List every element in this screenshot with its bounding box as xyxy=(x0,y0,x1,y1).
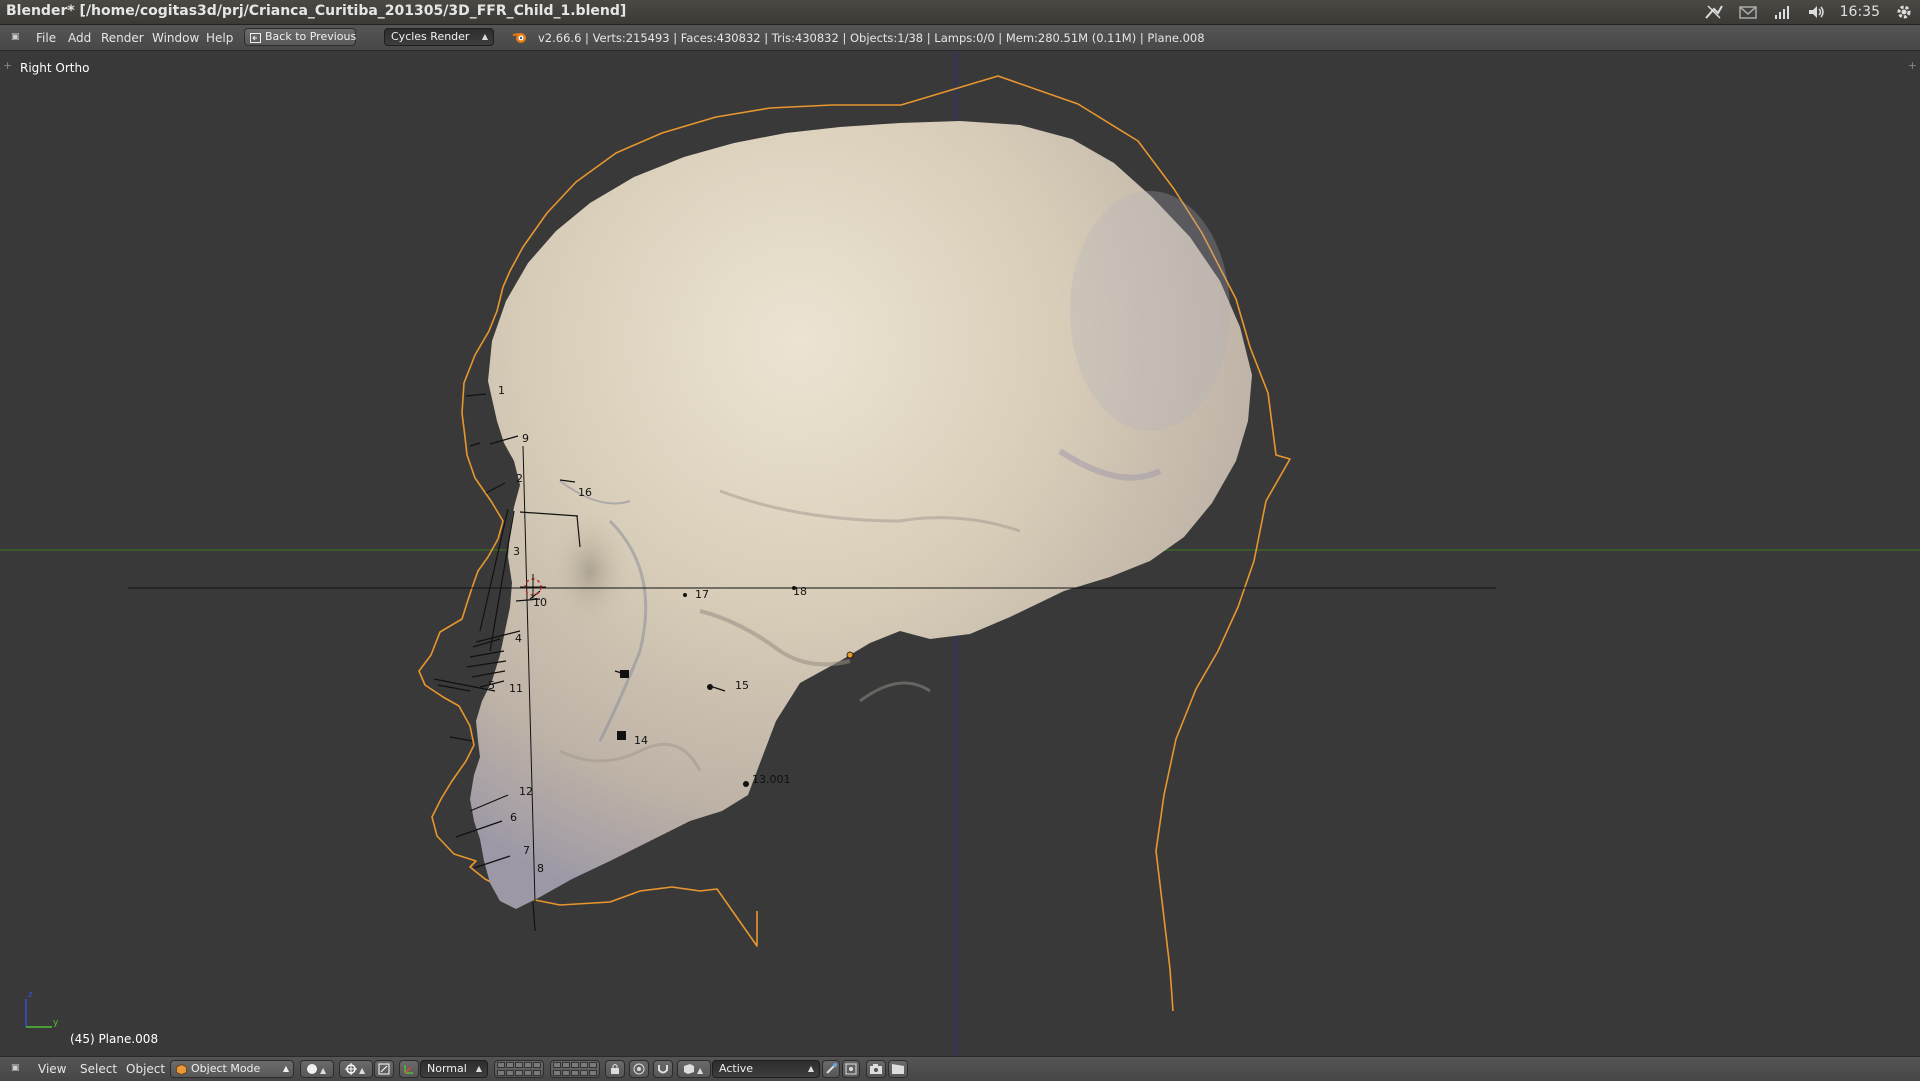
render-engine-dropdown[interactable]: Cycles Render ▲ xyxy=(384,28,494,46)
landmark-label: 15 xyxy=(735,679,749,692)
svg-text:▲: ▲ xyxy=(320,1066,327,1075)
info-header: ▣ File Add Render Window Help Back to Pr… xyxy=(0,25,1920,51)
align-rotation-icon xyxy=(826,1063,837,1074)
menu-select[interactable]: Select xyxy=(80,1062,117,1076)
layer-buttons-group-1[interactable] xyxy=(494,1060,544,1078)
mode-dropdown[interactable]: Object Mode ▲ xyxy=(170,1060,294,1078)
align-rotation-button[interactable] xyxy=(822,1060,840,1078)
transform-axes-icon xyxy=(404,1065,413,1074)
menu-object[interactable]: Object xyxy=(126,1062,165,1076)
snap-target-dropdown[interactable]: Active ▲ xyxy=(712,1060,820,1078)
proportional-edit-icon xyxy=(633,1063,645,1075)
transform-orientation-icon-button[interactable] xyxy=(399,1060,419,1078)
snap-target-label: Active xyxy=(719,1062,754,1075)
editor-type-icon[interactable]: ▣ xyxy=(11,1063,20,1073)
network-icon[interactable] xyxy=(1704,2,1724,22)
signal-icon[interactable] xyxy=(1772,2,1792,22)
object-mode-icon xyxy=(176,1064,187,1080)
landmark-label: 8 xyxy=(537,862,544,875)
screen-back-icon xyxy=(250,32,261,48)
manipulator-icon xyxy=(378,1063,390,1075)
landmark-label: 1 xyxy=(498,384,505,397)
landmark-label: 10 xyxy=(533,596,547,609)
axis-gizmo: z y xyxy=(25,990,59,1028)
back-to-previous-button[interactable]: Back to Previous xyxy=(244,28,356,46)
landmark-label: 2 xyxy=(516,472,523,485)
solid-sphere-icon: ▲ xyxy=(307,1064,327,1075)
clapperboard-icon xyxy=(892,1064,904,1074)
dropdown-arrows-icon: ▲ xyxy=(282,1064,289,1073)
landmark-label: 11 xyxy=(509,682,523,695)
snap-element-icon: ▲ xyxy=(684,1064,704,1075)
menu-add[interactable]: Add xyxy=(68,31,91,45)
viewport-shading-dropdown[interactable]: ▲ xyxy=(300,1060,334,1078)
3d-view-header: ▣ View Select Object Object Mode ▲ ▲ ▲ N… xyxy=(0,1056,1920,1081)
landmark-label: 6 xyxy=(510,811,517,824)
menu-file[interactable]: File xyxy=(36,31,56,45)
landmark-label: 13.001 xyxy=(752,773,791,786)
landmark-label: 18 xyxy=(793,585,807,598)
svg-text:y: y xyxy=(53,1018,59,1028)
active-object-label: (45) Plane.008 xyxy=(70,1032,159,1046)
3d-viewport[interactable]: 1 9 2 16 3 10 17 18 4 5 11 15 14 13.001 … xyxy=(0,51,1920,1056)
editor-type-icon[interactable]: ▣ xyxy=(11,32,23,42)
landmark-label: 5 xyxy=(488,679,495,692)
pivot-icon: ▲ xyxy=(345,1063,366,1075)
opengl-render-image-button[interactable] xyxy=(866,1060,886,1078)
area-split-widget-topleft[interactable]: + xyxy=(3,59,12,72)
back-to-previous-label: Back to Previous xyxy=(265,30,357,43)
landmark-label: 4 xyxy=(515,632,522,645)
project-icon xyxy=(845,1063,857,1075)
dropdown-arrows-icon: ▲ xyxy=(807,1064,814,1073)
pivot-point-dropdown[interactable]: ▲ xyxy=(339,1060,373,1078)
clock[interactable]: 16:35 xyxy=(1840,2,1880,22)
lock-icon xyxy=(611,1064,619,1074)
menu-window[interactable]: Window xyxy=(152,31,199,45)
svg-text:▲: ▲ xyxy=(697,1066,704,1075)
viewport-scene: 1 9 2 16 3 10 17 18 4 5 11 15 14 13.001 … xyxy=(0,51,1920,1056)
manipulator-toggle[interactable] xyxy=(374,1060,394,1078)
render-engine-label: Cycles Render xyxy=(391,30,470,43)
snap-toggle-button[interactable] xyxy=(653,1060,673,1078)
svg-text:▲: ▲ xyxy=(359,1066,366,1075)
camera-icon xyxy=(870,1064,882,1074)
landmark-label: 17 xyxy=(695,588,709,601)
menu-help[interactable]: Help xyxy=(206,31,233,45)
landmark-label: 16 xyxy=(578,486,592,499)
landmark-label: 3 xyxy=(513,545,520,558)
landmark-label: 7 xyxy=(523,844,530,857)
object-origin-point[interactable] xyxy=(846,651,854,659)
blender-logo-icon xyxy=(512,30,528,47)
project-elements-button[interactable] xyxy=(842,1060,860,1078)
snap-element-dropdown[interactable]: ▲ xyxy=(677,1060,711,1078)
proportional-edit-button[interactable] xyxy=(629,1060,649,1078)
opengl-render-animation-button[interactable] xyxy=(888,1060,908,1078)
landmark-label: 12 xyxy=(519,785,533,798)
landmark-label: 14 xyxy=(634,734,648,747)
svg-text:z: z xyxy=(28,990,33,1000)
layer-buttons-group-2[interactable] xyxy=(550,1060,600,1078)
window-title-bar: Blender* [/home/cogitas3d/prj/Crianca_Cu… xyxy=(0,0,1920,25)
window-title: Blender* [/home/cogitas3d/prj/Crianca_Cu… xyxy=(6,3,627,19)
dropdown-arrows-icon: ▲ xyxy=(481,32,488,41)
menu-view[interactable]: View xyxy=(38,1062,66,1076)
lock-layers-button[interactable] xyxy=(605,1060,625,1078)
mail-icon[interactable] xyxy=(1738,2,1758,22)
view-name-label: Right Ortho xyxy=(20,61,90,75)
scene-statistics: v2.66.6 | Verts:215493 | Faces:430832 | … xyxy=(538,31,1205,45)
volume-icon[interactable] xyxy=(1806,2,1826,22)
menu-render[interactable]: Render xyxy=(101,31,144,45)
system-tray: 16:35 xyxy=(1704,2,1914,22)
gear-icon[interactable] xyxy=(1894,2,1914,22)
magnet-icon xyxy=(658,1065,668,1074)
dropdown-arrows-icon: ▲ xyxy=(475,1064,482,1073)
transform-orientation-dropdown[interactable]: Normal ▲ xyxy=(420,1060,488,1078)
landmark-label: 9 xyxy=(522,432,529,445)
orientation-label: Normal xyxy=(427,1062,467,1075)
mode-label: Object Mode xyxy=(191,1062,261,1075)
area-split-widget-topright[interactable]: + xyxy=(1908,59,1917,72)
